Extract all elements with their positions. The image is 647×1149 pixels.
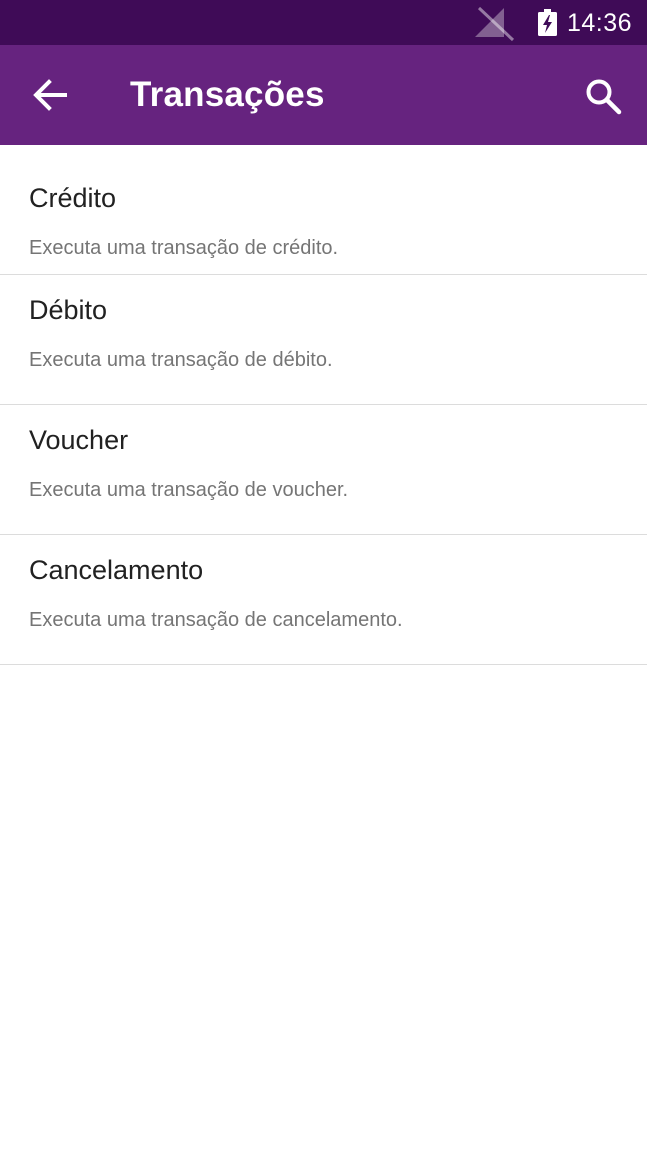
page-title: Transações [130,75,325,114]
status-time: 14:36 [566,9,632,37]
list-item-credito[interactable]: Crédito Executa uma transação de crédito… [0,145,647,275]
list-item-summary: Executa uma transação de crédito. [29,237,339,259]
app-bar: Transações [0,45,647,145]
list-item-title: Cancelamento [29,555,204,585]
status-bar: 14:36 [0,0,647,45]
list-item-voucher[interactable]: Voucher Executa uma transação de voucher… [0,405,647,535]
list-item-title: Crédito [29,183,117,213]
transaction-list: Crédito Executa uma transação de crédito… [0,145,647,665]
search-icon[interactable] [584,77,622,115]
list-item-cancelamento[interactable]: Cancelamento Executa uma transação de ca… [0,535,647,665]
battery-charging-icon [538,9,557,36]
list-item-summary: Executa uma transação de voucher. [29,479,349,501]
no-signal-icon [475,6,515,42]
list-item-summary: Executa uma transação de cancelamento. [29,609,403,631]
list-item-title: Voucher [29,425,129,455]
list-item-debito[interactable]: Débito Executa uma transação de débito. [0,275,647,405]
list-item-summary: Executa uma transação de débito. [29,349,333,371]
list-item-title: Débito [29,295,108,325]
arrow-left-icon[interactable] [30,77,70,113]
